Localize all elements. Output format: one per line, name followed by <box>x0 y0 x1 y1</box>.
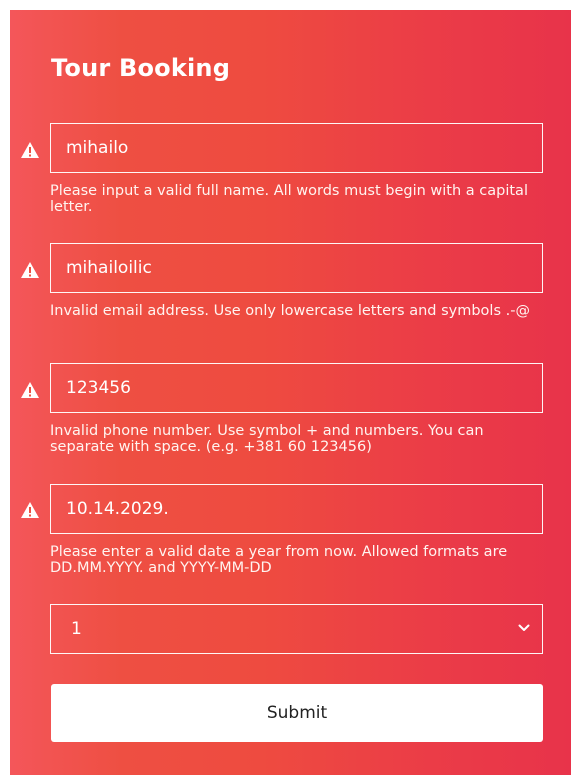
submit-button[interactable]: Submit <box>51 684 543 742</box>
tour-booking-form: Tour Booking mihailo Please input a vali… <box>10 10 571 775</box>
warning-icon <box>21 142 39 158</box>
date-input[interactable]: 10.14.2029. <box>50 484 543 534</box>
warning-icon <box>21 502 39 518</box>
warning-icon <box>21 262 39 278</box>
email-input[interactable]: mihailoilic <box>50 243 543 293</box>
warning-icon <box>21 382 39 398</box>
chevron-down-icon <box>518 624 530 631</box>
quantity-select[interactable]: 1 <box>50 604 543 654</box>
form-title: Tour Booking <box>51 54 231 82</box>
full-name-error: Please input a valid full name. All word… <box>50 183 528 215</box>
full-name-input[interactable]: mihailo <box>50 123 543 173</box>
date-error: Please enter a valid date a year from no… <box>50 544 508 576</box>
phone-error: Invalid phone number. Use symbol + and n… <box>50 423 484 455</box>
quantity-select-value: 1 <box>71 619 82 639</box>
email-error: Invalid email address. Use only lowercas… <box>50 303 530 319</box>
phone-input[interactable]: 123456 <box>50 363 543 413</box>
